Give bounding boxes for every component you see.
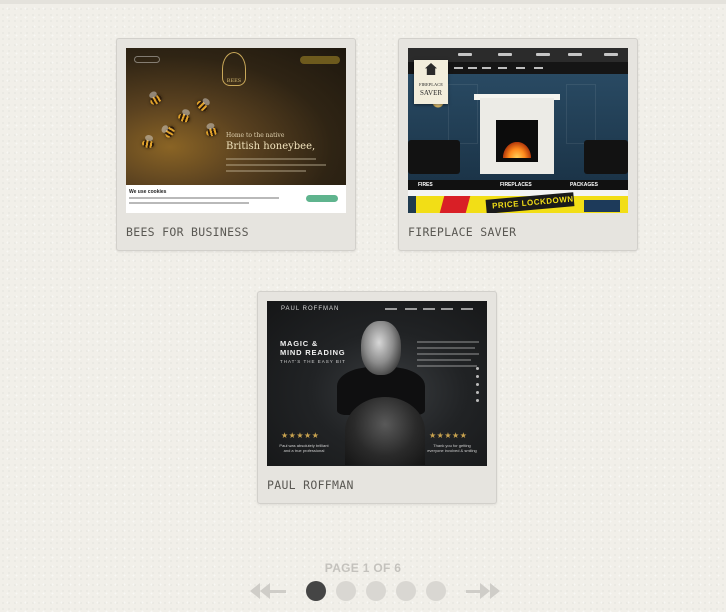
social-icon xyxy=(476,383,479,386)
preview-hero-small: Home to the native xyxy=(226,132,285,139)
bee-icon xyxy=(163,124,177,140)
category-bar: FIRES FIREPLACES PACKAGES xyxy=(408,180,628,190)
badge-line1: FIREPLACE xyxy=(418,82,443,87)
sofa-left xyxy=(408,140,460,174)
rating-stars-icon: ★★★★★ xyxy=(281,431,320,440)
audience-image xyxy=(345,397,425,465)
category-fires: FIRES xyxy=(418,182,433,188)
bee-icon xyxy=(194,98,210,114)
cookie-title: We use cookies xyxy=(129,189,167,195)
hero-line1: MAGIC & xyxy=(280,339,319,348)
social-icon xyxy=(476,399,479,402)
social-icon xyxy=(476,367,479,370)
preview-logo-text: BEES xyxy=(226,78,242,84)
testimonial-right: Thank you for getting everyone involved … xyxy=(427,443,477,453)
preview-cta-pill xyxy=(300,56,340,64)
text-line xyxy=(226,158,316,160)
bee-icon xyxy=(176,112,192,124)
cookie-accept-pill xyxy=(306,195,338,202)
page-dot-3[interactable] xyxy=(366,581,386,601)
portfolio-thumbnail-roffman[interactable]: PAUL ROFFMAN MAGIC & MIND READING THAT'S… xyxy=(267,301,487,466)
text-line xyxy=(129,197,279,199)
portfolio-thumbnail-fireplace[interactable]: FIREPLACE SAVER FIRES FIREPLACES PACKAGE… xyxy=(408,48,628,213)
page-indicator: PAGE 1 OF 6 xyxy=(324,561,402,575)
portfolio-card-title: BEES FOR BUSINESS xyxy=(126,225,249,239)
page-dot-4[interactable] xyxy=(396,581,416,601)
top-border xyxy=(0,0,726,4)
preview-hero-big: British honeybee, xyxy=(226,141,316,152)
rating-stars-icon: ★★★★★ xyxy=(429,431,468,440)
testimonial-left: Paul was absolutely brilliant and a true… xyxy=(279,443,329,453)
promo-card xyxy=(584,200,620,212)
portfolio-thumbnail-bees[interactable]: BEES Home to the native British honeybee… xyxy=(126,48,346,213)
portfolio-card-fireplace-saver[interactable]: FIREPLACE SAVER FIRES FIREPLACES PACKAGE… xyxy=(398,38,638,251)
social-icon xyxy=(476,375,479,378)
flame-icon xyxy=(503,142,531,158)
performer-face xyxy=(361,321,401,375)
text-line xyxy=(129,202,249,204)
prev-page-button[interactable] xyxy=(250,582,290,600)
portfolio-card-bees-for-business[interactable]: BEES Home to the native British honeybee… xyxy=(116,38,356,251)
page-dot-1[interactable] xyxy=(306,581,326,601)
bee-icon xyxy=(148,93,164,107)
hero-line2: MIND READING xyxy=(280,348,346,357)
fireplace-saver-logo: FIREPLACE SAVER xyxy=(414,60,448,104)
text-line xyxy=(226,164,326,166)
preview-hero-heading: MAGIC & MIND READING xyxy=(280,339,345,357)
preview-brand: PAUL ROFFMAN xyxy=(281,306,340,312)
bee-icon xyxy=(141,139,155,149)
social-icon xyxy=(476,391,479,394)
page-dots xyxy=(306,581,446,603)
category-fireplaces: FIREPLACES xyxy=(500,182,532,188)
sofa-right xyxy=(584,140,628,174)
menu-pill xyxy=(134,56,160,63)
badge-line2: SAVER xyxy=(419,89,443,97)
cookie-banner: We use cookies xyxy=(126,185,346,213)
category-packages: PACKAGES xyxy=(570,182,598,188)
promo-red-tag xyxy=(439,196,471,213)
preview-hero-sub: THAT'S THE EASY BIT xyxy=(280,359,346,364)
portfolio-card-title: FIREPLACE SAVER xyxy=(408,225,517,239)
bee-icon xyxy=(205,126,219,138)
text-line xyxy=(226,170,306,172)
portfolio-card-paul-roffman[interactable]: PAUL ROFFMAN MAGIC & MIND READING THAT'S… xyxy=(257,291,497,504)
page-dot-2[interactable] xyxy=(336,581,356,601)
next-page-button[interactable] xyxy=(466,582,506,600)
page-dot-5[interactable] xyxy=(426,581,446,601)
portfolio-card-title: PAUL ROFFMAN xyxy=(267,478,354,492)
